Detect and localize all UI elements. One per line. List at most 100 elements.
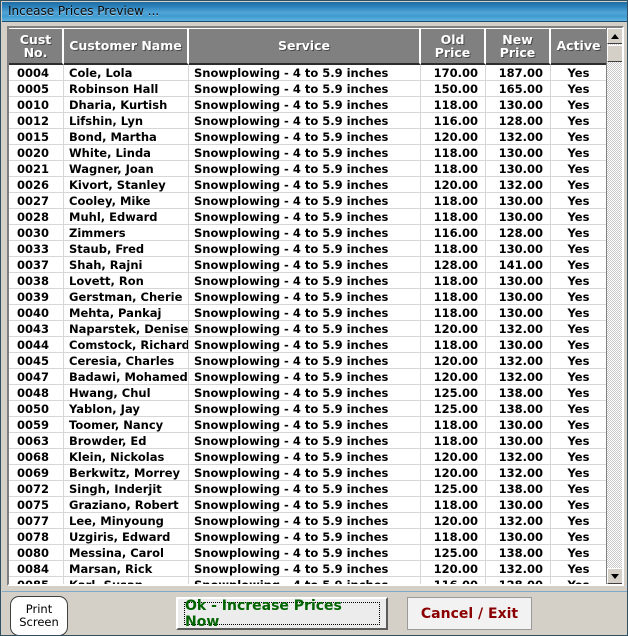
cell-cust-no: 0075 <box>9 497 64 512</box>
table-row[interactable]: 0030 Zimmers Snowplowing - 4 to 5.9 inches… <box>9 225 606 241</box>
cell-active: Yes <box>567 321 590 336</box>
table-row[interactable]: 0010 Dharia, Kurtish Snowplowing - 4 to 5.… <box>9 97 606 113</box>
cell-active: Yes <box>567 289 590 304</box>
column-header-cust-no[interactable]: Cust No. <box>9 28 64 65</box>
table-row[interactable]: 0020 White, Linda Snowplowing - 4 to 5.9 i… <box>9 145 606 161</box>
cell-active: Yes <box>567 561 590 576</box>
cell-new-price: 128.00 <box>486 225 551 240</box>
cell-active: Yes <box>567 113 590 128</box>
cell-customer-name: Lovett, Ron <box>64 273 189 288</box>
cell-old-price: 118.00 <box>421 529 486 544</box>
cell-new-price: 130.00 <box>486 305 551 320</box>
vertical-scrollbar[interactable] <box>606 28 622 584</box>
table-row[interactable]: 0075 Graziano, Robert Snowplowing - 4 to 5… <box>9 497 606 513</box>
table-row[interactable]: 0047 Badawi, Mohamed Snowplowing - 4 to 5.… <box>9 369 606 385</box>
table-row[interactable]: 0080 Messina, Carol Snowplowing - 4 to 5.9… <box>9 545 606 561</box>
table-row[interactable]: 0068 Klein, Nickolas Snowplowing - 4 to 5.… <box>9 449 606 465</box>
cell-active: Yes <box>567 97 590 112</box>
footer-bar: Print Screen Ok - Increase Prices Now Ca… <box>2 591 627 635</box>
table-row[interactable]: 0043 Naparstek, Denise Snowplowing - 4 to … <box>9 321 606 337</box>
cell-old-price: 170.00 <box>421 65 486 80</box>
cell-active: Yes <box>567 273 590 288</box>
column-header-new-price-line2: Price <box>499 45 536 60</box>
cell-active: Yes <box>567 161 590 176</box>
cell-service: Snowplowing - 4 to 5.9 inches <box>189 449 421 464</box>
table-row[interactable]: 0084 Marsan, Rick Snowplowing - 4 to 5.9 i… <box>9 561 606 577</box>
cell-service: Snowplowing - 4 to 5.9 inches <box>189 481 421 496</box>
table-row[interactable]: 0044 Comstock, Richard Snowplowing - 4 to … <box>9 337 606 353</box>
cell-old-price: 150.00 <box>421 81 486 96</box>
table-row[interactable]: 0045 Ceresia, Charles Snowplowing - 4 to 5… <box>9 353 606 369</box>
cancel-exit-button[interactable]: Cancel / Exit <box>407 597 532 630</box>
cell-service: Snowplowing - 4 to 5.9 inches <box>189 545 421 560</box>
table-row[interactable]: 0012 Lifshin, Lyn Snowplowing - 4 to 5.9 i… <box>9 113 606 129</box>
table-row[interactable]: 0028 Muhl, Edward Snowplowing - 4 to 5.9 i… <box>9 209 606 225</box>
table-row[interactable]: 0015 Bond, Martha Snowplowing - 4 to 5.9 i… <box>9 129 606 145</box>
scroll-up-icon[interactable] <box>607 28 622 44</box>
table-row[interactable]: 0027 Cooley, Mike Snowplowing - 4 to 5.9 i… <box>9 193 606 209</box>
cell-cust-no: 0021 <box>9 161 64 176</box>
cell-service: Snowplowing - 4 to 5.9 inches <box>189 465 421 480</box>
column-header-active[interactable]: Active <box>551 28 606 65</box>
cell-service: Snowplowing - 4 to 5.9 inches <box>189 97 421 112</box>
table-row[interactable]: 0004 Cole, Lola Snowplowing - 4 to 5.9 inc… <box>9 65 606 81</box>
table-row[interactable]: 0072 Singh, Inderjit Snowplowing - 4 to 5.… <box>9 481 606 497</box>
column-header-customer-name[interactable]: Customer Name <box>64 28 189 65</box>
table-row[interactable]: 0059 Toomer, Nancy Snowplowing - 4 to 5.9 … <box>9 417 606 433</box>
cell-new-price: 141.00 <box>486 257 551 272</box>
table-row[interactable]: 0085Karl, SusanSnowplowing - 4 to 5.9 in… <box>9 577 606 584</box>
cell-new-price: 130.00 <box>486 497 551 512</box>
grid-body[interactable]: 0004 Cole, Lola Snowplowing - 4 to 5.9 inc… <box>9 65 606 584</box>
table-row[interactable]: 0069 Berkwitz, Morrey Snowplowing - 4 to 5… <box>9 465 606 481</box>
cell-old-price: 118.00 <box>421 97 486 112</box>
cell-old-price: 116.00 <box>421 577 486 584</box>
cell-active: Yes <box>567 129 590 144</box>
cell-cust-no: 0047 <box>9 369 64 384</box>
cell-active: Yes <box>567 449 590 464</box>
scroll-down-icon[interactable] <box>607 568 622 584</box>
cell-customer-name: Zimmers <box>64 225 189 240</box>
ok-increase-prices-button[interactable]: Ok - Increase Prices Now <box>176 597 388 630</box>
table-row[interactable]: 0063 Browder, Ed Snowplowing - 4 to 5.9 in… <box>9 433 606 449</box>
cell-old-price: 120.00 <box>421 177 486 192</box>
table-row[interactable]: 0033 Staub, Fred Snowplowing - 4 to 5.9 in… <box>9 241 606 257</box>
cell-customer-name: Berkwitz, Morrey <box>64 465 189 480</box>
table-row[interactable]: 0005 Robinson Hall Snowplowing - 4 to 5.9 … <box>9 81 606 97</box>
column-header-new-price[interactable]: New Price <box>486 28 551 65</box>
table-row[interactable]: 0048 Hwang, Chul Snowplowing - 4 to 5.9 in… <box>9 385 606 401</box>
cell-service: Snowplowing - 4 to 5.9 inches <box>189 209 421 224</box>
column-header-old-price[interactable]: Old Price <box>421 28 486 65</box>
print-screen-button[interactable]: Print Screen <box>10 596 68 635</box>
cell-customer-name: Klein, Nickolas <box>64 449 189 464</box>
table-row[interactable]: 0038 Lovett, Ron Snowplowing - 4 to 5.9 in… <box>9 273 606 289</box>
table-row[interactable]: 0040 Mehta, Pankaj Snowplowing - 4 to 5.9 … <box>9 305 606 321</box>
cell-old-price: 125.00 <box>421 385 486 400</box>
cell-service: Snowplowing - 4 to 5.9 inches <box>189 177 421 192</box>
cell-customer-name: Browder, Ed <box>64 433 189 448</box>
table-row[interactable]: 0077 Lee, Minyoung Snowplowing - 4 to 5.9 … <box>9 513 606 529</box>
cell-new-price: 130.00 <box>486 417 551 432</box>
cell-service: Snowplowing - 4 to 5.9 inches <box>189 401 421 416</box>
table-row[interactable]: 0026 Kivort, Stanley Snowplowing - 4 to 5.… <box>9 177 606 193</box>
cell-new-price: 130.00 <box>486 433 551 448</box>
table-row[interactable]: 0050 Yablon, Jay Snowplowing - 4 to 5.9 in… <box>9 401 606 417</box>
table-row[interactable]: 0039 Gerstman, Cherie Snowplowing - 4 to 5… <box>9 289 606 305</box>
cell-old-price: 120.00 <box>421 369 486 384</box>
cell-customer-name: Muhl, Edward <box>64 209 189 224</box>
cell-old-price: 120.00 <box>421 353 486 368</box>
cell-old-price: 118.00 <box>421 337 486 352</box>
cell-old-price: 120.00 <box>421 465 486 480</box>
table-row[interactable]: 0021 Wagner, Joan Snowplowing - 4 to 5.9 i… <box>9 161 606 177</box>
column-header-service[interactable]: Service <box>189 28 421 65</box>
table-row[interactable]: 0037 Shah, Rajni Snowplowing - 4 to 5.9 in… <box>9 257 606 273</box>
title-bar[interactable]: Incease Prices Preview ... <box>2 2 627 22</box>
cell-old-price: 118.00 <box>421 417 486 432</box>
cell-cust-no: 0059 <box>9 417 64 432</box>
cell-cust-no: 0080 <box>9 545 64 560</box>
cell-new-price: 132.00 <box>486 129 551 144</box>
scrollbar-thumb[interactable] <box>607 45 622 62</box>
cell-cust-no: 0043 <box>9 321 64 336</box>
cell-cust-no: 0078 <box>9 529 64 544</box>
print-screen-label-line2: Screen <box>19 615 59 629</box>
table-row[interactable]: 0078 Uzgiris, Edward Snowplowing - 4 to 5.… <box>9 529 606 545</box>
